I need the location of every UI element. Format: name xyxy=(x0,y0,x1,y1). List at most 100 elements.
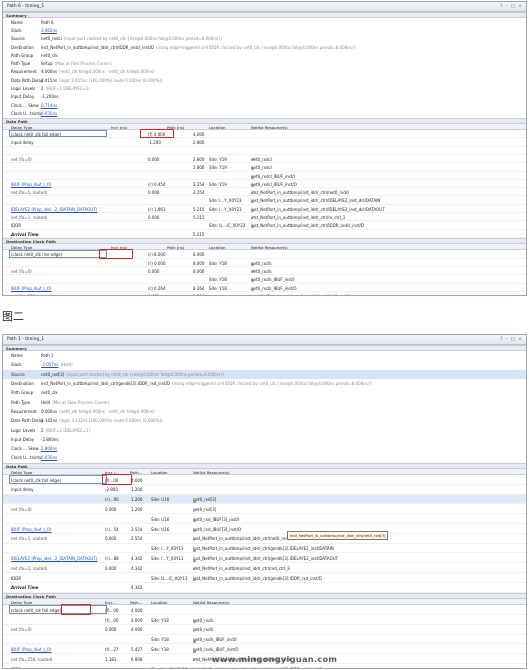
column-header[interactable]: Path... xyxy=(130,600,142,605)
table-row[interactable]: input delay -2.800 1.200 xyxy=(3,485,526,495)
netlist-resource-cell[interactable]: inst_NetPort_in_outtbmp/inst_iddr_ctrl/I… xyxy=(251,198,380,204)
help-icon[interactable]: ? xyxy=(500,4,502,9)
netlist-resource-cell[interactable]: inst_NetPort_in_outtbmp/inst_iddr_ctrl/n… xyxy=(251,294,349,295)
maximize-icon[interactable]: □ xyxy=(511,337,515,342)
netlist-resource-cell[interactable]: net0_rxd_IBUF[3]_inst/I xyxy=(193,517,239,523)
table-row[interactable]: IBUF (Prop_ibuf_I_O) (r) 0.264 8.264 Site: … xyxy=(3,284,526,292)
table-row[interactable]: Arrival Time 4.342 xyxy=(3,583,526,593)
column-header[interactable]: Incr (ns) xyxy=(111,125,127,130)
delay-type-cell[interactable]: IDELAYE2 (Prop_idel...2_IDATAIN_DATAOUT) xyxy=(11,556,97,561)
table-row[interactable]: 2.800 Site: Y19 net0_rxdcl xyxy=(3,163,526,172)
table-row[interactable]: net (fo=1, routed) 0.000 2.554 inst_NetPort… xyxy=(3,534,526,544)
delay-type-cell[interactable]: IBUF (Prop_ibuf_I_O) xyxy=(11,286,51,291)
netlist-resource-cell[interactable]: net0_rxclk xyxy=(193,618,214,624)
table-row[interactable]: net (fo=0) 0.000 4.000 net0_rxclk xyxy=(3,625,526,635)
column-header[interactable]: Location xyxy=(209,125,225,130)
table-row[interactable]: (r)...00 1.200 Site: U16 net0_rxd[3] xyxy=(3,494,526,505)
netlist-resource-cell[interactable]: inst_NetPort_in_outtbmp/inst_iddr_ctrl/r… xyxy=(251,215,345,220)
netlist-resource-cell[interactable]: inst_NetPort_in_outtbmp/inst_iddr_ctrl/n… xyxy=(193,536,294,541)
column-header[interactable]: Delay Type xyxy=(11,600,32,605)
netlist-resource-cell[interactable]: net0_rxclk_IBUF_inst/O xyxy=(251,286,297,291)
table-row[interactable]: (f)...00 4.000 Site: Y18 net0_rxclk xyxy=(3,615,526,625)
table-row[interactable]: Arrival Time 5.215 xyxy=(3,230,526,238)
column-header[interactable]: Netlist Resource(s) xyxy=(193,470,230,475)
netlist-resource-cell[interactable]: inst_NetPort_in_outtbmp/inst_iddr_ctrl/g… xyxy=(193,546,334,552)
column-header[interactable]: Location xyxy=(151,600,167,605)
table-row[interactable]: Site: Y18 net0_rxclk_IBUF_inst/I xyxy=(3,275,526,284)
summary-link[interactable]: 2.800ns xyxy=(41,446,57,451)
column-header[interactable]: Incr... xyxy=(105,600,116,605)
table-row[interactable]: input delay -1.200 2.800 xyxy=(3,138,526,147)
column-header[interactable]: Netlist Resource(s) xyxy=(193,600,230,605)
netlist-resource-cell[interactable]: net0_rxclk_IBUF_inst/I xyxy=(251,277,295,283)
table-row[interactable]: net0_rxdcl_IBUF_inst/I xyxy=(3,172,526,180)
netlist-resource-cell[interactable]: net0_rxclk_IBUF_inst/O xyxy=(193,647,239,653)
table-row[interactable]: Site: I...Y_X0Y23 inst_NetPort_in_outtbmp… xyxy=(3,196,526,205)
delay-type-cell[interactable]: IBUF (Prop_ibuf_I_O) xyxy=(11,527,51,532)
netlist-resource-cell[interactable]: inst_NetPort_in_outtbmp/inst_iddr_ctrl/n… xyxy=(251,190,349,195)
table-row[interactable]: Site: I...Y_X0Y13 inst_NetPort_in_outtbmp… xyxy=(3,544,526,554)
netlist-resource-cell[interactable]: net0_rxclk xyxy=(251,261,272,266)
summary-link[interactable]: 0.035ns xyxy=(41,455,57,460)
netlist-resource-cell[interactable]: inst_NetPort_in_outtbmp/inst_iddr_ctrl/I… xyxy=(251,223,364,229)
summary-link[interactable]: 0.714ns xyxy=(41,103,57,108)
table-row[interactable]: (clock net0_clk fall edge) (f) 4.000 4.000 xyxy=(3,129,526,139)
netlist-resource-cell[interactable]: net0_rxclk xyxy=(193,627,214,632)
column-header[interactable]: Delay Type xyxy=(11,470,32,475)
column-header[interactable]: Location xyxy=(209,245,225,250)
table-row[interactable]: IBUF (Prop_ibuf_I_O) (r)...54 2.554 Site: U… xyxy=(3,524,526,534)
table-row[interactable]: IDDR Site: IL...IC_X0Y13 inst_NetPort_in_o… xyxy=(3,573,526,583)
netlist-resource-cell[interactable]: net0_rxdcl xyxy=(251,157,272,162)
close-icon[interactable]: × xyxy=(518,337,522,342)
column-header[interactable]: Path (ns) xyxy=(167,245,184,250)
netlist-resource-cell[interactable]: inst_NetPort_in_outtbmp/inst_iddr_ctrl/g… xyxy=(193,576,322,582)
netlist-resource-cell[interactable]: inst_NetPort_in_outtbmp/inst_iddr_ctrl/g… xyxy=(193,667,322,669)
summary-link[interactable]: -2.057ns xyxy=(41,362,59,367)
table-row[interactable]: Site: Y18 net0_rxclk_IBUF_inst/I xyxy=(3,635,526,645)
table-row[interactable]: IBUF (Prop_ibuf_I_O) (f)...27 5.427 Site: Y… xyxy=(3,644,526,655)
table-row[interactable]: IBUF (Prop_ibuf_I_O) (r) 0.454 3.254 Site: … xyxy=(3,180,526,189)
summary-link[interactable]: 0.035ns xyxy=(41,111,57,116)
netlist-resource-cell[interactable]: inst_NetPort_in_outtbmp/inst_iddr_ctrl/g… xyxy=(193,556,338,562)
table-row[interactable]: net (fo=1, routed) 0.000 5.215 inst_NetPort… xyxy=(3,213,526,222)
table-row[interactable]: IDDR Site: IL...IC_X0Y23 inst_NetPort_in_o… xyxy=(3,221,526,230)
delay-type-cell[interactable]: IBUF (Prop_ibuf_I_O) xyxy=(11,182,51,187)
table-row[interactable] xyxy=(3,147,526,155)
netlist-resource-cell[interactable]: net0_rxdcl xyxy=(251,165,272,171)
table-row[interactable]: net (fo=256, routed) 0.451 8.714 inst_NetPo… xyxy=(3,292,526,295)
column-header[interactable]: Location xyxy=(151,470,167,475)
table-row[interactable]: net (fo=0) 0.000 2.800 Site: Y19 net0_rxdcl xyxy=(3,155,526,164)
netlist-resource-cell[interactable]: net0_rxclk_IBUF_inst/I xyxy=(193,637,237,643)
netlist-resource-cell[interactable]: net0_rxdcl_IBUF_inst/O xyxy=(251,182,297,187)
netlist-resource-cell[interactable]: inst_NetPort_in_outtbmp/inst_iddr_ctrl/r… xyxy=(193,566,290,571)
delay-type-cell[interactable]: IBUF (Prop_ibuf_I_O) xyxy=(11,647,51,652)
table-row[interactable]: (clock net0_clk fall edge) (f)...00 4.000 xyxy=(3,474,526,485)
table-row[interactable]: IDELAYE2 (Prop_idel...2_IDATAIN_DATAOUT)… xyxy=(3,205,526,214)
table-row[interactable]: (r) 0.000 8.000 Site: Y18 net0_rxclk xyxy=(3,259,526,268)
table-row[interactable]: IDELAYE2 (Prop_idel...2_IDATAIN_DATAOUT)… xyxy=(3,553,526,564)
close-icon[interactable]: × xyxy=(518,4,522,9)
netlist-resource-cell[interactable]: net0_rxclk xyxy=(251,269,272,274)
delay-type-cell[interactable]: IDELAYE2 (Prop_idel...2_IDATAIN_DATAOUT) xyxy=(11,207,97,212)
table-row[interactable]: net (fo=0) 0.000 8.000 net0_rxclk xyxy=(3,267,526,276)
table-row[interactable]: net (fo=1, routed) 0.000 4.342 inst_NetPort… xyxy=(3,563,526,574)
table-row[interactable]: (clock net0_clk fall edge) (f)...00 4.000 xyxy=(3,604,526,615)
netlist-resource-cell[interactable]: inst_NetPort_in_outtbmp/inst_iddr_ctrl/I… xyxy=(251,207,385,212)
minimize-icon[interactable]: – xyxy=(506,337,508,342)
table-row[interactable]: net (fo=0) 0.000 1.200 net0_rxd[3] xyxy=(3,504,526,515)
summary-link[interactable]: 3.462ns xyxy=(41,28,57,33)
netlist-resource-cell[interactable]: net0_rxd[3] xyxy=(193,507,216,512)
table-row[interactable]: Site: U16 net0_rxd_IBUF[3]_inst/I xyxy=(3,514,526,525)
column-header[interactable]: Delay Type xyxy=(11,125,32,130)
table-row[interactable]: IDDR Site: IL...IC_X0Y13 inst_NetPort_in_o… xyxy=(3,664,526,669)
maximize-icon[interactable]: □ xyxy=(511,4,515,9)
minimize-icon[interactable]: – xyxy=(506,4,508,9)
table-row[interactable]: net (fo=1, routed) 0.000 3.254 inst_NetPort… xyxy=(3,188,526,197)
column-header[interactable]: Netlist Resource(s) xyxy=(251,125,288,130)
help-icon[interactable]: ? xyxy=(500,337,502,342)
netlist-resource-cell[interactable]: net0_rxd[3] xyxy=(193,497,216,503)
column-header[interactable]: Netlist Resource(s) xyxy=(251,245,288,250)
table-row[interactable]: (clock net0_clk rise edge) (r) 8.000 8.000 xyxy=(3,249,526,259)
netlist-resource-cell[interactable]: net0_rxdcl_IBUF_inst/I xyxy=(251,174,295,179)
netlist-resource-cell[interactable]: net0_rxd_IBUF[3]_inst/O xyxy=(193,527,241,533)
